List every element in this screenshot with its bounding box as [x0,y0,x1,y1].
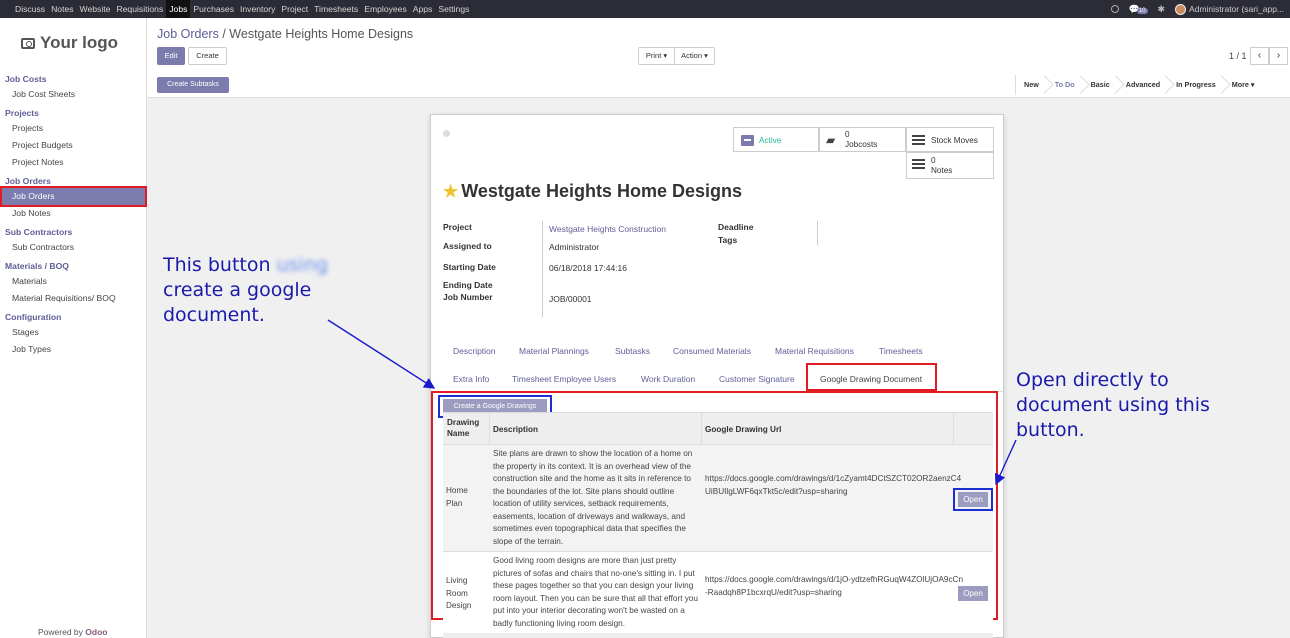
arrow-to-create-button [327,319,436,389]
arrow-to-open-button [994,439,1017,486]
annotation-arrows [327,319,1017,486]
